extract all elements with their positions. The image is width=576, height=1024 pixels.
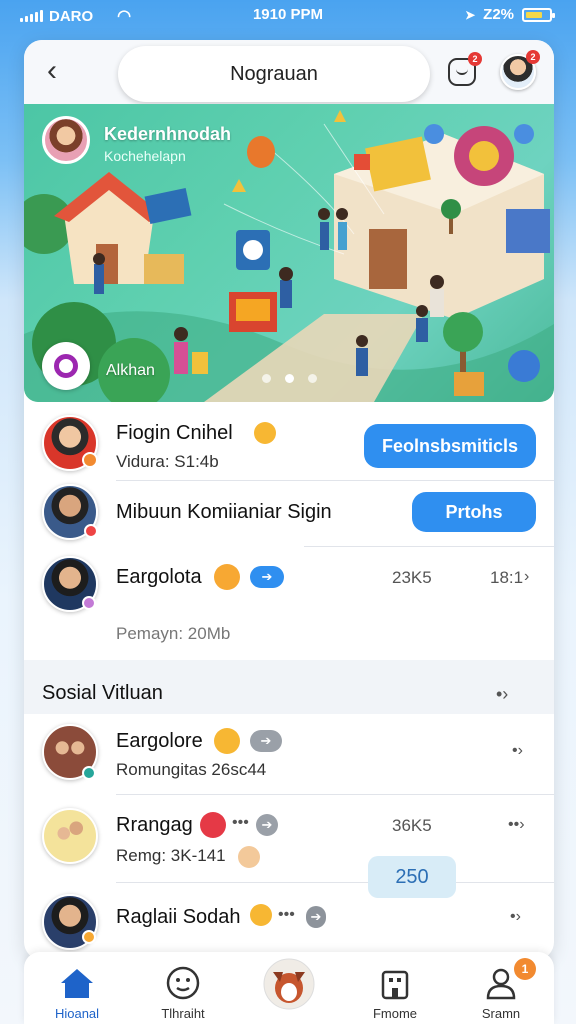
hero-logo-icon[interactable] [42,342,90,390]
hero-avatar[interactable] [42,116,90,164]
nav-friends[interactable]: Tlhraiht [130,952,236,1024]
top-header: ‹ Nograuan 2 2 [24,40,554,104]
location-icon: ➤ [465,7,476,22]
divider [116,480,554,481]
happy-emoji-icon [238,846,260,868]
back-button[interactable]: ‹ [36,56,68,88]
badge-icon [82,766,96,780]
notification-badge: 2 [468,52,482,66]
smile-emoji-icon [214,728,240,754]
info-chip[interactable]: ➔ [306,906,326,928]
building-icon [381,970,409,1000]
badge-icon [82,596,96,610]
hero-banner[interactable]: Kedernhnodah Kochehelapn Alkhan [24,104,554,402]
section-title: Sosial Vitluan [42,682,163,704]
avatar-badge: 2 [526,50,540,64]
heart-emoji-icon [200,812,226,838]
divider [304,546,554,547]
hero-caption: Alkhan [106,362,155,379]
more-dots-icon: ••• [278,906,295,923]
main-card: ‹ Nograuan 2 2 Kedernhnodah Kochehelapn … [24,40,554,960]
count-badge[interactable]: 250 [368,856,456,898]
nav-label: Hioanal [54,1006,100,1021]
chevron-right-icon[interactable]: •› [512,742,523,760]
row-count: 23K5 [392,568,432,587]
row-title: Mibuun Komiianiar Sigin [116,501,332,523]
info-chip[interactable]: ➔ [250,730,282,752]
row-subtitle: Pemayn: 20Mb [116,624,231,643]
carousel-dot[interactable] [262,374,271,383]
avatar [42,808,98,864]
info-chip[interactable]: ➔ [250,566,284,588]
profile-avatar[interactable]: 2 [500,50,540,90]
notification-face-icon [456,69,468,75]
online-badge-icon [82,452,98,468]
face-icon [166,966,200,1000]
sparkle-emoji-icon [254,422,276,444]
list-item[interactable]: Fiogin Cnihel Vidura: S1:4b Feolnsbsmiti… [24,412,554,480]
online-badge-icon [84,524,98,538]
nav-building[interactable]: Fmome [342,952,448,1024]
primary-action-button[interactable]: Feolnsbsmiticls [364,424,536,468]
row-meta: 18:1 [490,568,524,587]
row-subtitle: Remg: 3K-141 [116,846,226,865]
row-title: Rrangag [116,814,193,836]
star-eyes-emoji-icon [214,564,240,590]
nav-label: Fmome [372,1006,418,1021]
carousel-dot[interactable] [308,374,317,383]
chevron-right-icon[interactable]: › [524,568,529,586]
badge-icon [82,930,96,944]
row-count: 36K5 [392,816,432,835]
list-item[interactable]: Rrangag ••• ➔ 36K5 Remg: 3K-141 ••› [24,802,554,886]
secondary-action-button[interactable]: Prtohs [412,492,536,532]
center-avatar-icon [263,958,315,1010]
status-right: ➤ Z2% [465,6,555,23]
divider [116,794,554,795]
page-title[interactable]: Nograuan [118,46,430,102]
nav-profile[interactable]: 1 Sramn [448,952,554,1024]
nav-center[interactable] [236,952,342,1024]
nav-home[interactable]: Hioanal [24,952,130,1024]
star-emoji-icon [250,904,272,926]
more-dots-icon: ••• [232,814,249,831]
list-item[interactable]: Eargolore ➔ Romungitas 26sc44 •› [24,720,554,798]
nav-label: Sramn [481,1006,521,1021]
row-title: Raglaii Sodah [116,906,241,928]
status-bar: DARO ◠ 1910 PPM ➤ Z2% [0,0,576,32]
row-title: Eargolota [116,566,202,588]
hero-title: Kedernhnodah [104,124,232,144]
divider [116,882,554,883]
info-chip[interactable]: ➔ [256,814,278,836]
chevron-right-icon[interactable]: ••› [508,816,525,834]
row-title: Fiogin Cnihel [116,422,233,444]
list-item[interactable]: Eargolota ➔ 23K5 18:1 › Pemayn: 20Mb [24,552,554,662]
list-item[interactable]: Mibuun Komiianiar Sigin Prtohs [24,484,554,542]
carousel-dot-active[interactable] [285,374,294,383]
notification-button[interactable]: 2 [448,52,482,86]
bottom-nav: Hioanal Tlhraiht Fmome 1 Sramn [24,952,554,1024]
chevron-right-icon[interactable]: •› [510,908,521,926]
hero-subtitle: Kochehelapn [104,148,186,164]
profile-badge: 1 [514,958,536,980]
row-subtitle: Romungitas 26sc44 [116,760,267,779]
carousel-dots [262,374,317,383]
section-more-arrow-icon[interactable]: •› [496,684,508,705]
battery-icon [522,7,555,22]
row-title: Eargolore [116,730,203,752]
nav-label: Tlhraiht [161,1006,205,1021]
home-icon [61,969,93,998]
battery-label: Z2% [483,6,514,23]
list-item[interactable]: Raglaii Sodah ••• ➔ •› [24,890,554,956]
row-subtitle: Vidura: S1:4b [116,452,219,471]
